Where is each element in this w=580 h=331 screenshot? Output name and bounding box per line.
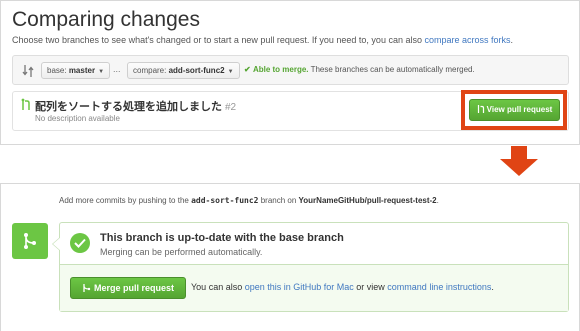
git-merge-icon <box>83 284 91 292</box>
merge-box: This branch is up-to-date with the base … <box>52 222 569 312</box>
merge-pull-request-button[interactable]: Merge pull request <box>70 277 186 299</box>
compare-arrows-icon <box>22 65 34 77</box>
base-branch-select[interactable]: base: master ▼ <box>41 62 111 79</box>
check-icon: ✔ <box>244 65 251 74</box>
merge-pull-request-label: Merge pull request <box>93 283 174 293</box>
merge-status-text: These branches can be automatically merg… <box>310 65 475 74</box>
branch-range-bar: base: master ▼ ... compare: add-sort-func… <box>12 55 569 85</box>
page-title: Comparing changes <box>12 8 200 31</box>
compare-branch-select[interactable]: compare: add-sort-func2 ▼ <box>127 62 240 79</box>
push-hint-repo: YourNameGitHub/pull-request-test-2 <box>298 196 437 205</box>
base-branch-value: master <box>68 66 96 75</box>
base-label: base: <box>47 66 67 75</box>
compare-across-forks-link[interactable]: compare across forks <box>424 35 510 45</box>
merge-alt-prefix: You can also <box>191 282 245 292</box>
subtitle-suffix: . <box>510 35 514 45</box>
pull-request-title-text: 配列をソートする処理を追加しました <box>35 101 222 113</box>
push-hint: Add more commits by pushing to the add-s… <box>59 196 439 205</box>
open-in-github-desktop-link[interactable]: open this in GitHub for Mac <box>245 282 354 292</box>
merge-status-ok: Able to merge. <box>252 65 309 74</box>
compare-branch-value: add-sort-func2 <box>168 66 225 75</box>
pull-request-icon <box>21 98 30 110</box>
compare-panel: Comparing changes Choose two branches to… <box>0 0 580 145</box>
merge-branch-badge <box>12 223 48 259</box>
push-hint-branch: add-sort-func2 <box>191 196 259 205</box>
merge-status-subtext: Merging can be performed automatically. <box>100 247 263 257</box>
chevron-down-icon: ▼ <box>98 69 105 75</box>
git-merge-icon <box>24 233 36 249</box>
view-pull-request-button[interactable]: View pull request <box>469 99 560 121</box>
pull-request-title[interactable]: 配列をソートする処理を追加しました #2 <box>35 98 236 114</box>
merge-alternatives: You can also open this in GitHub for Mac… <box>191 282 494 292</box>
page-subtitle: Choose two branches to see what's change… <box>12 35 513 45</box>
subtitle-text: Choose two branches to see what's change… <box>12 35 425 45</box>
chevron-down-icon: ▼ <box>227 69 234 75</box>
check-icon <box>74 238 86 248</box>
push-hint-middle: branch on <box>258 196 299 205</box>
pull-request-icon <box>477 105 484 113</box>
compare-label: compare: <box>133 66 167 75</box>
merge-alt-middle: or view <box>353 282 388 292</box>
merge-action-section: Merge pull request You can also open thi… <box>60 265 568 311</box>
push-hint-prefix: Add more commits by pushing to the <box>59 196 192 205</box>
merge-status: ✔ Able to merge. These branches can be a… <box>244 65 475 74</box>
view-pull-request-label: View pull request <box>486 105 553 114</box>
merge-panel: Add more commits by pushing to the add-s… <box>0 183 580 331</box>
pull-request-description: No description available <box>35 114 120 123</box>
merge-status-heading: This branch is up-to-date with the base … <box>100 232 344 244</box>
down-arrow-icon <box>500 146 538 176</box>
merge-status-section: This branch is up-to-date with the base … <box>60 223 568 265</box>
pull-request-number: #2 <box>225 102 237 113</box>
merge-alt-suffix: . <box>491 282 494 292</box>
command-line-instructions-link[interactable]: command line instructions <box>387 282 491 292</box>
check-circle-icon <box>70 233 90 253</box>
push-hint-suffix: . <box>436 196 439 205</box>
range-dots: ... <box>113 64 121 74</box>
